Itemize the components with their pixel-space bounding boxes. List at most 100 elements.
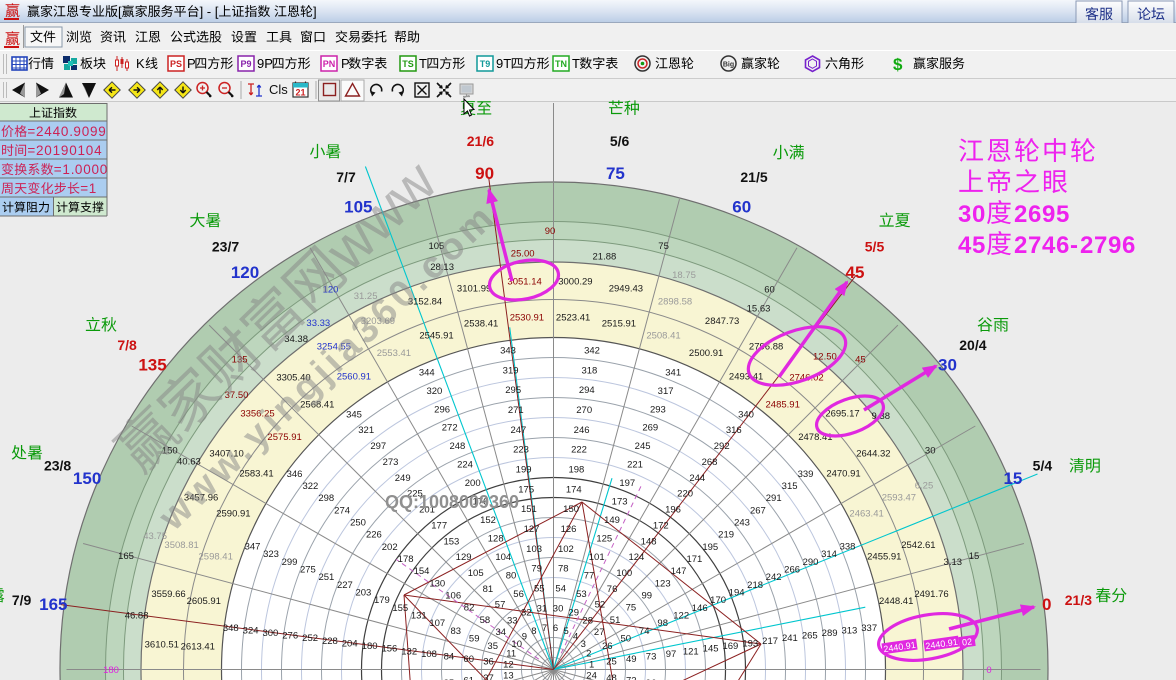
- svg-text:21/6: 21/6: [467, 133, 494, 149]
- svg-text:150: 150: [73, 469, 101, 488]
- svg-text:122: 122: [673, 611, 689, 622]
- svg-text:217: 217: [762, 636, 778, 647]
- svg-text:124: 124: [628, 552, 644, 563]
- svg-text:173: 173: [612, 497, 628, 508]
- svg-text:90: 90: [475, 164, 494, 183]
- svg-text:6: 6: [1056, 232, 1069, 259]
- svg-text:7: 7: [1028, 232, 1041, 259]
- svg-text:49: 49: [626, 654, 637, 665]
- svg-text:28: 28: [582, 616, 593, 627]
- svg-text:30: 30: [553, 603, 564, 614]
- svg-text:272: 272: [442, 423, 458, 434]
- svg-text:9: 9: [257, 56, 264, 71]
- svg-text:129: 129: [456, 552, 472, 563]
- svg-text:21/3: 21/3: [1065, 592, 1092, 608]
- svg-text:130: 130: [429, 578, 445, 589]
- svg-text:Big: Big: [723, 62, 734, 69]
- svg-text:200: 200: [465, 478, 481, 489]
- svg-text:222: 222: [571, 445, 587, 456]
- svg-text:180: 180: [362, 641, 378, 652]
- svg-text:145: 145: [703, 644, 719, 655]
- svg-text:1: 1: [53, 143, 61, 158]
- svg-text:221: 221: [627, 460, 643, 471]
- svg-text:2: 2: [586, 649, 591, 660]
- svg-text:0: 0: [44, 143, 52, 158]
- svg-text:9: 9: [1042, 201, 1055, 228]
- svg-text:2485.91: 2485.91: [766, 399, 800, 410]
- svg-text:24: 24: [586, 670, 597, 680]
- svg-text:318: 318: [581, 365, 597, 376]
- svg-text:T: T: [572, 56, 580, 71]
- svg-text:83: 83: [451, 626, 462, 637]
- svg-text:54: 54: [555, 584, 566, 595]
- svg-text:227: 227: [337, 580, 353, 591]
- svg-text:121: 121: [683, 646, 699, 657]
- svg-text:245: 245: [635, 441, 651, 452]
- svg-text:43.75: 43.75: [143, 531, 167, 542]
- svg-text:21/5: 21/5: [740, 169, 767, 185]
- svg-text:298: 298: [318, 493, 334, 504]
- svg-text:PN: PN: [323, 59, 336, 69]
- svg-text:270: 270: [576, 405, 592, 416]
- svg-text:1: 1: [589, 659, 594, 670]
- svg-text:74: 74: [639, 626, 650, 637]
- svg-text:55: 55: [534, 584, 545, 595]
- svg-text:P: P: [264, 56, 273, 71]
- svg-text:265: 265: [802, 631, 818, 642]
- svg-text:249: 249: [395, 473, 411, 484]
- svg-text:75: 75: [606, 164, 625, 183]
- svg-text:128: 128: [488, 534, 504, 545]
- svg-text:171: 171: [686, 554, 702, 565]
- svg-text:TS: TS: [402, 59, 414, 69]
- svg-text:2500.91: 2500.91: [689, 348, 723, 359]
- svg-text:323: 323: [263, 549, 279, 560]
- svg-text:1: 1: [89, 181, 97, 196]
- svg-text:6: 6: [1122, 232, 1135, 259]
- svg-text:2695.17: 2695.17: [825, 408, 859, 419]
- svg-text:292: 292: [714, 441, 730, 452]
- svg-text:=: =: [80, 181, 88, 196]
- svg-text:347: 347: [245, 542, 261, 553]
- svg-text:2455.91: 2455.91: [867, 551, 901, 562]
- svg-text:90: 90: [545, 226, 556, 237]
- svg-text:.: .: [69, 124, 73, 139]
- svg-text:339: 339: [798, 469, 814, 480]
- svg-text:2847.73: 2847.73: [705, 316, 739, 327]
- svg-text:344: 344: [419, 367, 435, 378]
- svg-text:2553.41: 2553.41: [377, 348, 411, 359]
- svg-text:193: 193: [742, 638, 758, 649]
- svg-text:2491.76: 2491.76: [914, 589, 948, 600]
- svg-text:219: 219: [718, 530, 734, 541]
- svg-text:33: 33: [507, 616, 518, 627]
- svg-text:123: 123: [655, 578, 671, 589]
- svg-text:2545.91: 2545.91: [419, 331, 453, 342]
- svg-text:5/4: 5/4: [1033, 458, 1053, 474]
- svg-text:343: 343: [500, 346, 516, 357]
- svg-text:106: 106: [445, 591, 461, 602]
- svg-text:0: 0: [69, 143, 77, 158]
- svg-text:348: 348: [223, 623, 239, 634]
- svg-text:275: 275: [300, 565, 316, 576]
- svg-text:0: 0: [86, 143, 94, 158]
- svg-text:317: 317: [658, 386, 674, 397]
- svg-text:31: 31: [537, 603, 548, 614]
- svg-text:=: =: [27, 124, 35, 139]
- svg-text:60: 60: [764, 285, 775, 296]
- svg-text:45: 45: [855, 354, 866, 365]
- svg-text:2470.91: 2470.91: [826, 469, 860, 480]
- svg-text:45: 45: [846, 263, 865, 282]
- svg-text:223: 223: [513, 445, 529, 456]
- svg-text:242: 242: [766, 572, 782, 583]
- svg-text:7/7: 7/7: [336, 169, 356, 185]
- svg-text:57: 57: [495, 600, 506, 611]
- svg-text:131: 131: [411, 611, 427, 622]
- svg-text:1: 1: [78, 143, 86, 158]
- svg-text:243: 243: [734, 518, 750, 529]
- svg-text:5/5: 5/5: [865, 239, 885, 255]
- svg-text:267: 267: [750, 505, 766, 516]
- svg-text:P: P: [187, 56, 196, 71]
- svg-text:53: 53: [576, 589, 587, 600]
- svg-text:271: 271: [508, 405, 524, 416]
- svg-text:101: 101: [589, 552, 605, 563]
- svg-text:313: 313: [841, 625, 857, 636]
